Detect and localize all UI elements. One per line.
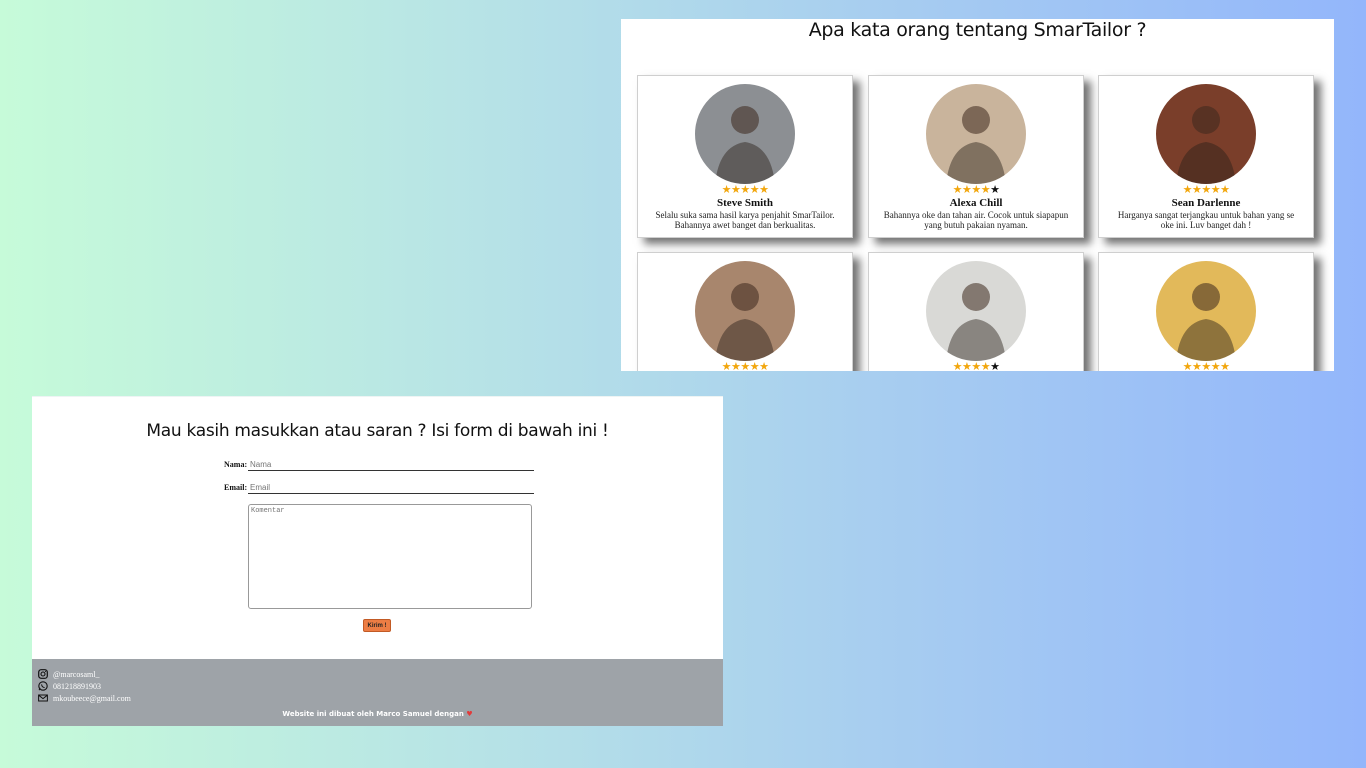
star-icon: ★: [740, 361, 750, 372]
footer: @marcosaml_ 081218891903 mkoubeece@gmail…: [32, 659, 723, 726]
testimonial-card: ★★★★★: [1098, 252, 1314, 371]
name-label: Nama:: [224, 460, 248, 469]
avatar: [695, 261, 795, 361]
feedback-title: Mau kasih masukkan atau saran ? Isi form…: [146, 421, 609, 441]
testimonial-text: Selalu suka sama hasil karya penjahit Sm…: [655, 210, 835, 230]
instagram-handle: @marcosaml_: [53, 669, 100, 679]
email-link[interactable]: mkoubeece@gmail.com: [38, 693, 131, 703]
star-icon: ★: [990, 361, 1000, 372]
email-address: mkoubeece@gmail.com: [53, 693, 131, 703]
avatar: [695, 84, 795, 184]
star-icon: ★: [740, 184, 750, 196]
star-icon: ★: [990, 184, 1000, 196]
instagram-link[interactable]: @marcosaml_: [38, 669, 99, 679]
star-icon: ★: [952, 361, 963, 372]
star-rating: ★★★★★: [869, 185, 1083, 196]
star-rating: ★★★★★: [869, 361, 1083, 372]
star-icon: ★: [749, 361, 760, 372]
star-icon: ★: [1220, 184, 1230, 196]
mail-icon: [38, 694, 48, 702]
email-label: Email:: [224, 483, 248, 492]
heart-icon: ♥: [466, 710, 473, 718]
submit-button[interactable]: Kirim !: [363, 619, 391, 632]
customer-photo: [695, 84, 795, 184]
feedback-section: Mau kasih masukkan atau saran ? Isi form…: [32, 397, 723, 659]
star-icon: ★: [952, 184, 963, 196]
star-icon: ★: [1210, 361, 1221, 372]
star-icon: ★: [961, 184, 972, 196]
star-icon: ★: [721, 184, 732, 196]
star-icon: ★: [961, 361, 972, 372]
star-icon: ★: [1191, 361, 1202, 372]
star-icon: ★: [721, 361, 732, 372]
testimonial-card: ★★★★★ Sean Darlenne Harganya sangat terjan…: [1098, 75, 1314, 238]
star-icon: ★: [1191, 184, 1202, 196]
credit-text: Website ini dibuat oleh Marco Samuel den…: [282, 710, 464, 718]
customer-photo: [1156, 84, 1256, 184]
avatar: [926, 261, 1026, 361]
star-rating: ★★★★★: [638, 185, 852, 196]
testimonial-card: ★★★★★: [637, 252, 853, 371]
avatar: [1156, 84, 1256, 184]
name-input[interactable]: [248, 458, 534, 471]
star-icon: ★: [759, 184, 769, 196]
instagram-icon: [38, 669, 48, 679]
star-icon: ★: [749, 184, 760, 196]
star-icon: ★: [730, 184, 741, 196]
email-input[interactable]: [248, 481, 534, 494]
star-icon: ★: [759, 361, 769, 372]
testimonials-title: Apa kata orang tentang SmarTailor ?: [808, 19, 1147, 41]
customer-name: Steve Smith: [717, 197, 773, 209]
star-icon: ★: [1201, 361, 1211, 372]
whatsapp-number: 081218891903: [53, 681, 101, 691]
customer-photo: [695, 261, 795, 361]
customer-name: Sean Darlenne: [1171, 197, 1241, 209]
testimonial-card: ★★★★★: [868, 252, 1084, 371]
testimonial-text: Bahannya oke dan tahan air. Cocok untuk …: [883, 210, 1069, 230]
footer-credit: Website ini dibuat oleh Marco Samuel den…: [32, 710, 723, 718]
customer-name: Alexa Chill: [949, 197, 1003, 209]
star-icon: ★: [980, 184, 991, 196]
star-icon: ★: [971, 361, 981, 372]
star-icon: ★: [971, 184, 981, 196]
whatsapp-icon: [38, 681, 48, 691]
testimonial-card: ★★★★★ Steve Smith Selalu suka sama hasil k…: [637, 75, 853, 238]
star-icon: ★: [1220, 361, 1230, 372]
star-rating: ★★★★★: [1099, 185, 1313, 196]
star-icon: ★: [1182, 184, 1193, 196]
star-icon: ★: [980, 361, 991, 372]
avatar: [1156, 261, 1256, 361]
avatar: [926, 84, 1026, 184]
testimonials-section: Apa kata orang tentang SmarTailor ? ★★★★…: [621, 19, 1334, 371]
testimonial-card: ★★★★★ Alexa Chill Bahannya oke dan tahan a…: [868, 75, 1084, 238]
customer-photo: [926, 84, 1026, 184]
customer-photo: [926, 261, 1026, 361]
star-rating: ★★★★★: [638, 361, 852, 372]
star-rating: ★★★★★: [1099, 361, 1313, 372]
star-icon: ★: [1210, 184, 1221, 196]
star-icon: ★: [1182, 361, 1193, 372]
testimonial-text: Harganya sangat terjangkau untuk bahan y…: [1117, 210, 1295, 230]
customer-photo: [1156, 261, 1256, 361]
whatsapp-link[interactable]: 081218891903: [38, 681, 101, 691]
star-icon: ★: [730, 361, 741, 372]
star-icon: ★: [1201, 184, 1211, 196]
comment-textarea[interactable]: [248, 504, 532, 609]
